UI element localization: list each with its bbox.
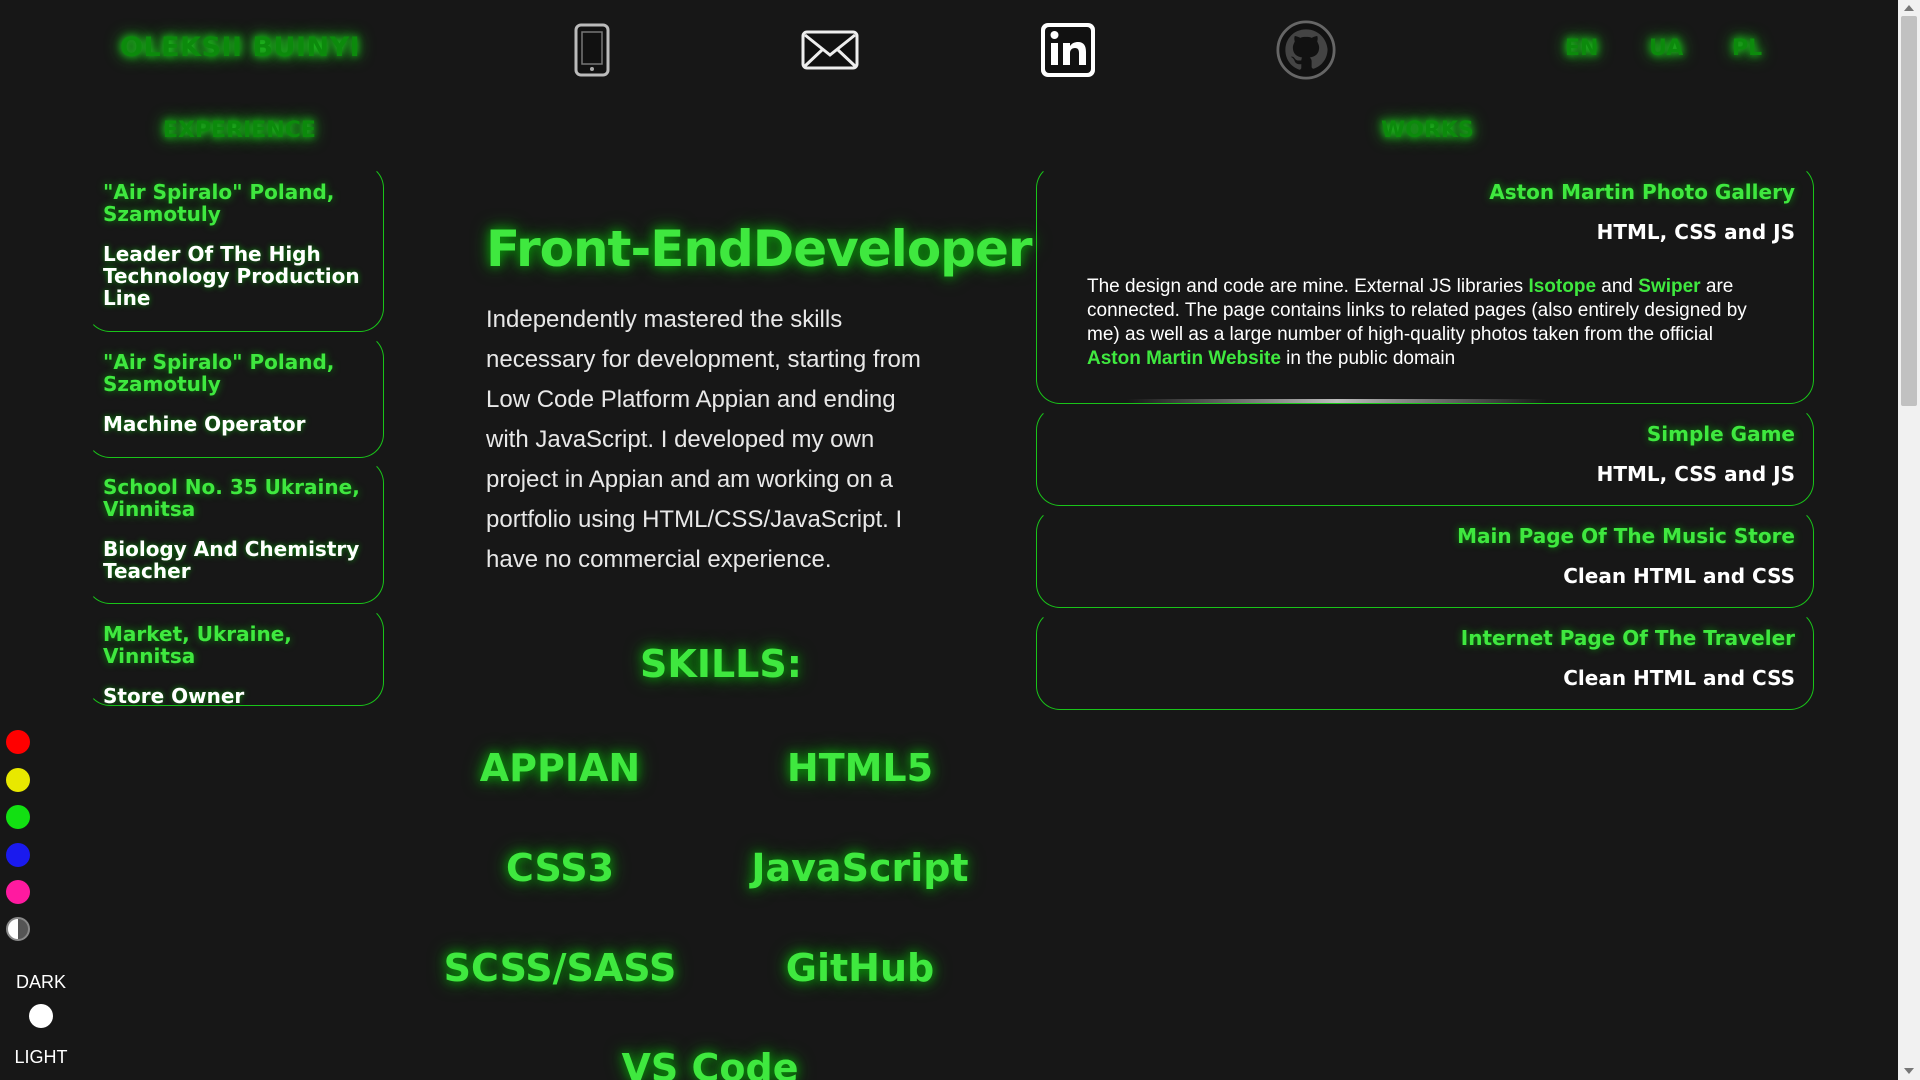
- skill-item: VS Code: [621, 1046, 799, 1080]
- color-red-button[interactable]: [6, 730, 30, 754]
- work-card[interactable]: Main Page Of The Music Store Clean HTML …: [1036, 508, 1814, 608]
- about-text: Independently mastered the skills necess…: [486, 306, 921, 573]
- experience-role: Machine Operator: [103, 412, 306, 436]
- experience-role: Leader Of The High Technology Production…: [103, 242, 360, 310]
- skills-title: SKILLS:: [640, 642, 802, 686]
- site-name[interactable]: OLEKSII BUINYI: [120, 32, 360, 63]
- lang-pl-button[interactable]: PL: [1732, 36, 1762, 61]
- color-blue-button[interactable]: [6, 843, 30, 867]
- experience-card: "Air Spiralo" Poland, Szamotuly Machine …: [86, 334, 384, 458]
- isotope-highlight: Isotope: [1528, 276, 1597, 297]
- experience-company: School No. 35 Ukraine, Vinnitsa: [103, 475, 360, 521]
- portfolio-page: OLEKSII BUINYI EN UA PL EXPERIENCE WORKS…: [0, 0, 1920, 1080]
- experience-company: "Air Spiralo" Poland, Szamotuly: [103, 180, 335, 226]
- github-icon[interactable]: [1276, 20, 1336, 80]
- skill-item: CSS3: [505, 846, 615, 890]
- work-title[interactable]: Simple Game: [1087, 421, 1795, 447]
- scroll-down-arrow-icon[interactable]: [1904, 1068, 1914, 1074]
- skill-item: SCSS/SASS: [443, 946, 677, 990]
- phone-icon[interactable]: [562, 20, 622, 80]
- work-card[interactable]: Internet Page Of The Traveler Clean HTML…: [1036, 610, 1814, 710]
- scrollbar-thumb[interactable]: [1901, 16, 1917, 406]
- work-tech: HTML, CSS and JS: [1596, 462, 1795, 486]
- work-description: The design and code are mine. External J…: [1087, 276, 1747, 369]
- lang-ua-button[interactable]: UA: [1649, 36, 1683, 61]
- description-divider: [1127, 399, 1547, 403]
- work-title[interactable]: Aston Martin Photo Gallery: [1087, 179, 1795, 205]
- works-title: WORKS: [1381, 118, 1474, 143]
- experience-card: "Air Spiralo" Poland, Szamotuly Leader O…: [86, 164, 384, 332]
- work-tech: HTML, CSS and JS: [1596, 220, 1795, 244]
- experience-role: Store Owner: [103, 684, 245, 708]
- skill-item: HTML5: [786, 746, 934, 790]
- mail-icon[interactable]: [800, 20, 860, 80]
- scroll-up-arrow-icon[interactable]: [1904, 5, 1914, 11]
- experience-company: "Air Spiralo" Poland, Szamotuly: [103, 350, 335, 396]
- aston-martin-link[interactable]: Aston Martin Website: [1087, 348, 1281, 369]
- skill-item: GitHub: [785, 946, 935, 990]
- light-mode-label: LIGHT: [14, 1047, 68, 1067]
- experience-company: Market, Ukraine, Vinnitsa: [103, 622, 292, 668]
- page-title: Front-EndDeveloper: [486, 220, 1033, 278]
- work-tech: Clean HTML and CSS: [1563, 666, 1795, 690]
- theme-toggle[interactable]: [29, 1004, 53, 1028]
- swiper-highlight: Swiper: [1638, 276, 1701, 297]
- experience-card: School No. 35 Ukraine, Vinnitsa Biology …: [86, 459, 384, 604]
- color-green-button[interactable]: [6, 805, 30, 829]
- experience-card: Market, Ukraine, Vinnitsa Store Owner: [86, 606, 384, 708]
- color-pink-button[interactable]: [6, 880, 30, 904]
- work-title[interactable]: Main Page Of The Music Store: [1087, 523, 1795, 549]
- color-yellow-button[interactable]: [6, 768, 30, 792]
- work-title[interactable]: Internet Page Of The Traveler: [1087, 625, 1795, 651]
- experience-title: EXPERIENCE: [163, 118, 316, 143]
- experience-role: Biology And Chemistry Teacher: [103, 537, 360, 583]
- lang-en-button[interactable]: EN: [1565, 36, 1598, 61]
- linkedin-icon[interactable]: [1038, 20, 1098, 80]
- skill-item: JavaScript: [751, 846, 969, 890]
- skill-item: APPIAN: [479, 746, 641, 790]
- work-card[interactable]: Simple Game HTML, CSS and JS: [1036, 406, 1814, 506]
- dark-mode-label: DARK: [15, 972, 66, 992]
- half-circle-icon[interactable]: [6, 917, 30, 941]
- work-card[interactable]: Aston Martin Photo Gallery HTML, CSS and…: [1036, 164, 1814, 404]
- work-tech: Clean HTML and CSS: [1563, 564, 1795, 588]
